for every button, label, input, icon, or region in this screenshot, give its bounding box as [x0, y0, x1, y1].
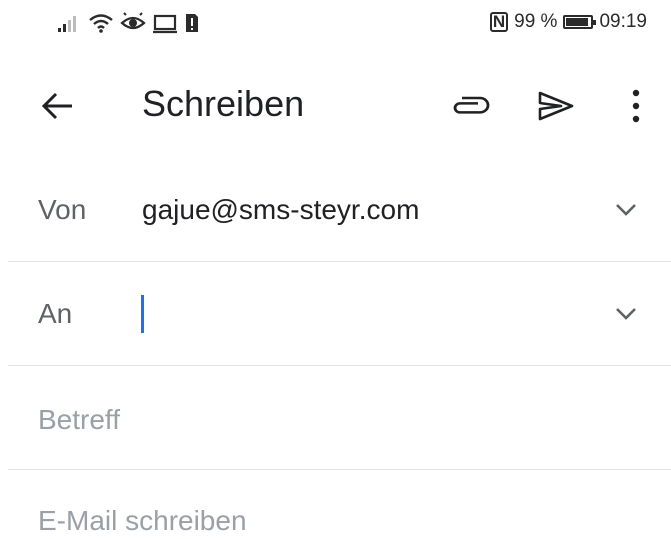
back-button[interactable] — [36, 84, 80, 128]
to-row: An — [0, 262, 671, 366]
cast-icon — [153, 14, 177, 34]
body-row[interactable]: E-Mail schreiben — [0, 470, 671, 536]
subject-placeholder[interactable]: Betreff — [38, 402, 120, 438]
chevron-down-icon — [616, 204, 636, 216]
signal-icon — [58, 16, 76, 32]
attach-button[interactable] — [446, 84, 494, 128]
status-bar: N 99 % 09:19 — [0, 0, 671, 44]
wifi-icon — [89, 14, 113, 33]
more-options-button[interactable] — [616, 84, 656, 128]
to-dropdown-button[interactable] — [604, 292, 648, 336]
more-vert-icon — [632, 89, 640, 123]
battery-icon — [563, 15, 597, 29]
status-right: N 99 % 09:19 — [489, 10, 647, 34]
from-value[interactable]: gajue@sms-steyr.com — [142, 192, 419, 228]
page-title: Schreiben — [142, 83, 305, 124]
status-left-icons — [56, 12, 200, 34]
body-placeholder[interactable]: E-Mail schreiben — [38, 503, 247, 539]
from-row: Von gajue@sms-steyr.com — [0, 158, 671, 262]
from-dropdown-button[interactable] — [604, 188, 648, 232]
app-bar: Schreiben — [0, 62, 671, 148]
eye-comfort-icon — [120, 12, 146, 30]
chevron-down-icon — [616, 308, 636, 320]
clock: 09:19 — [599, 11, 647, 32]
text-cursor — [141, 295, 144, 333]
nfc-icon: N — [489, 12, 509, 32]
to-input[interactable] — [146, 292, 586, 336]
to-label: An — [38, 298, 73, 329]
send-button[interactable] — [532, 84, 580, 128]
from-label: Von — [38, 194, 87, 225]
paperclip-icon — [453, 96, 490, 114]
battery-percent: 99 % — [514, 11, 558, 32]
arrow-left-icon — [41, 92, 72, 120]
send-icon — [538, 91, 574, 121]
subject-row[interactable]: Betreff — [0, 366, 671, 470]
sim-alert-icon — [186, 14, 198, 32]
